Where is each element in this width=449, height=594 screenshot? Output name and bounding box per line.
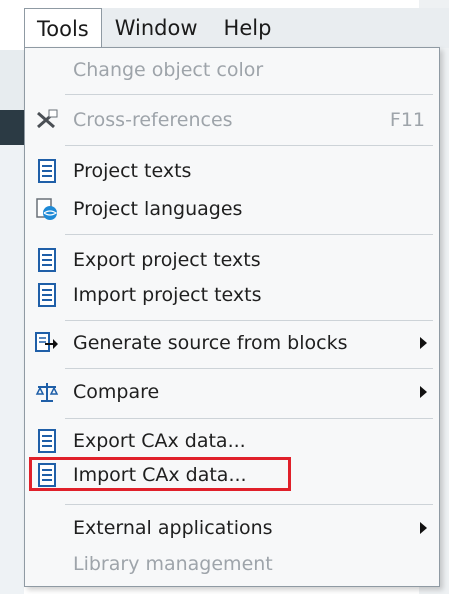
menu-item-import-project-texts[interactable]: Import project texts [25,276,439,314]
text-document-icon [35,283,59,307]
tools-dropdown-menu: Change object color Cross-references F11 [24,47,440,587]
menu-item-generate-source[interactable]: Generate source from blocks [25,324,439,362]
submenu-arrow-icon [420,522,427,534]
highlight-annotation-box [29,457,291,491]
menu-item-label: Import project texts [73,284,262,306]
cross-references-icon [35,108,59,132]
menu-item-library-management[interactable]: Library management [25,545,439,583]
menu-item-compare[interactable]: Compare [25,373,439,411]
menu-separator [65,320,433,321]
menubar-tools[interactable]: Tools [24,8,102,48]
menu-bar: Tools Window Help [24,8,449,48]
shortcut-label: F11 [389,109,425,131]
menu-item-export-project-texts[interactable]: Export project texts [25,241,439,279]
menubar-window[interactable]: Window [102,11,211,45]
generate-source-icon [35,331,59,355]
menubar-help[interactable]: Help [211,11,285,45]
menu-separator [65,368,433,369]
menu-separator [65,94,433,95]
menu-item-label: External applications [73,517,273,539]
menu-item-label: Export CAx data... [73,430,246,452]
menu-item-label: Compare [73,381,160,403]
menu-item-export-cax-data[interactable]: Export CAx data... [25,422,439,460]
menu-item-external-applications[interactable]: External applications [25,509,439,547]
menu-separator [65,234,433,235]
submenu-arrow-icon [420,386,427,398]
menu-item-label: Project texts [73,160,192,182]
background-app-strip [0,50,24,594]
compare-scales-icon [35,380,59,404]
text-document-icon [35,429,59,453]
menu-item-label: Project languages [73,198,243,220]
project-languages-icon [35,197,59,221]
menu-item-label: Generate source from blocks [73,332,348,354]
screenshot-stage: Tools Window Help Change object color Cr… [0,0,449,594]
menu-separator [65,145,433,146]
menu-separator [65,418,433,419]
menu-item-label: Library management [73,553,273,575]
menu-item-label: Cross-references [73,109,233,131]
menu-item-project-languages[interactable]: Project languages [25,190,439,228]
submenu-arrow-icon [420,337,427,349]
menu-separator [65,504,433,505]
menu-item-cross-references[interactable]: Cross-references F11 [25,101,439,139]
text-document-icon [35,159,59,183]
menu-item-label: Change object color [73,59,264,81]
menu-item-change-object-color[interactable]: Change object color [25,51,439,89]
menu-item-project-texts[interactable]: Project texts [25,152,439,190]
menu-item-label: Export project texts [73,249,261,271]
text-document-icon [35,248,59,272]
